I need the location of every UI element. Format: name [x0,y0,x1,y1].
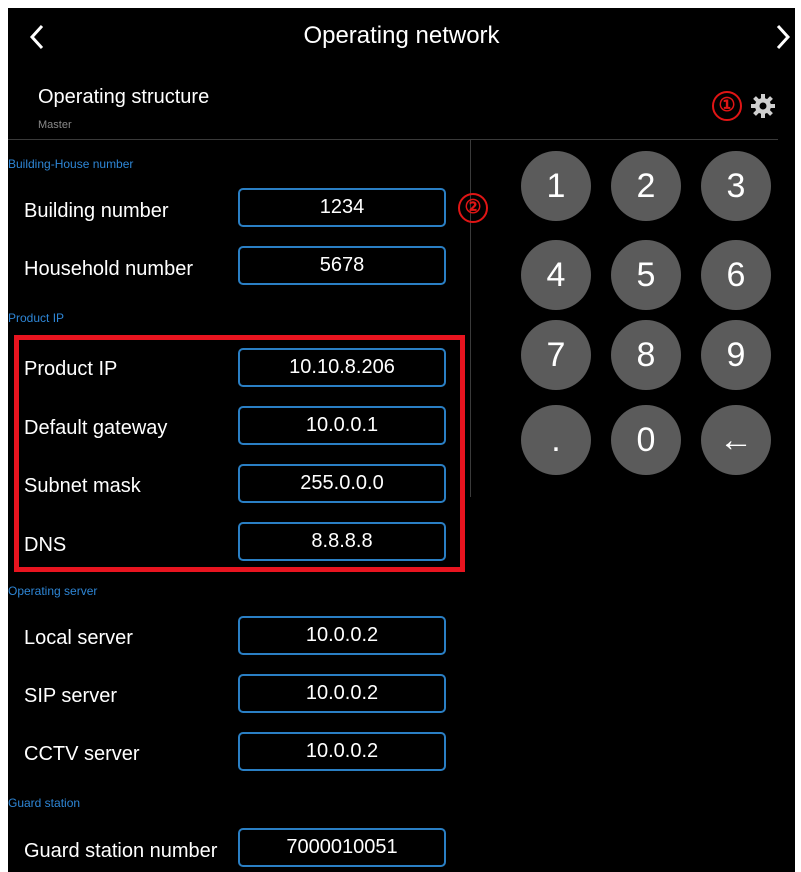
sip-server-label: SIP server [24,685,117,707]
gear-icon[interactable] [749,92,777,120]
callout-badge-1: ① [712,91,742,121]
header-divider [8,139,778,140]
callout-badge-2: ② [458,193,488,223]
guard-station-number-label: Guard station number [24,840,218,862]
cctv-server-label: CCTV server [24,743,140,765]
key-2[interactable]: 2 [611,151,681,221]
operating-structure-label: Operating structure [38,86,210,108]
key-dot[interactable]: . [521,405,591,475]
section-product-ip: Product IP [8,311,65,325]
section-guard-station: Guard station [8,796,81,810]
building-number-label: Building number [24,200,169,222]
building-number-field[interactable]: 1234 [238,188,446,227]
backspace-key[interactable]: ← [701,405,771,475]
highlight-box [14,335,465,572]
cctv-server-field[interactable]: 10.0.0.2 [238,732,446,771]
operating-structure-role: Master [38,119,72,131]
key-6[interactable]: 6 [701,240,771,310]
key-9[interactable]: 9 [701,320,771,390]
household-number-label: Household number [24,258,193,280]
local-server-label: Local server [24,627,133,649]
key-5[interactable]: 5 [611,240,681,310]
forward-chevron-icon[interactable] [770,22,794,52]
key-7[interactable]: 7 [521,320,591,390]
section-building-house: Building-House number [8,157,134,171]
key-4[interactable]: 4 [521,240,591,310]
household-number-field[interactable]: 5678 [238,246,446,285]
screen: Operating network Operating structure Ma… [8,8,795,872]
key-1[interactable]: 1 [521,151,591,221]
key-3[interactable]: 3 [701,151,771,221]
guard-station-number-field[interactable]: 7000010051 [238,828,446,867]
local-server-field[interactable]: 10.0.0.2 [238,616,446,655]
key-0[interactable]: 0 [611,405,681,475]
section-operating-server: Operating server [8,584,98,598]
page-title: Operating network [303,22,500,49]
key-8[interactable]: 8 [611,320,681,390]
sip-server-field[interactable]: 10.0.0.2 [238,674,446,713]
